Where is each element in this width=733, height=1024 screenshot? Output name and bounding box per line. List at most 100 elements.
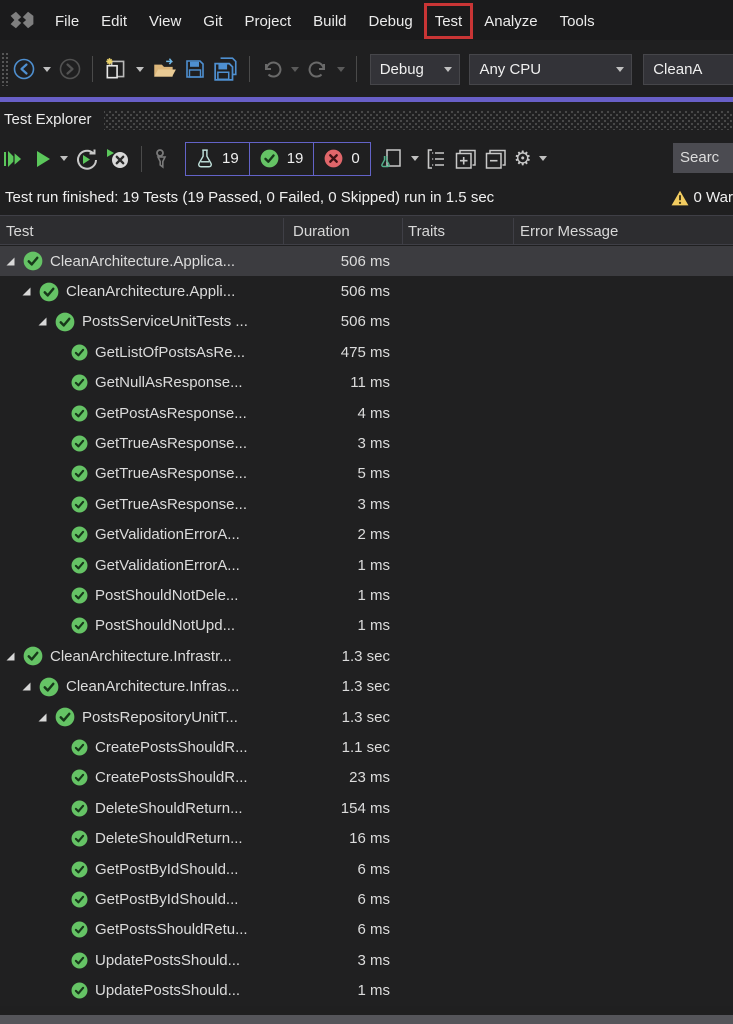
test-tree-row[interactable]: GetListOfPostsAsRe... 475 ms (0, 337, 733, 367)
menu-item[interactable]: Debug (358, 3, 424, 39)
passed-icon (260, 149, 279, 168)
menu-item[interactable]: Project (233, 3, 302, 39)
group-by-button[interactable] (377, 142, 407, 176)
expander-icon[interactable] (21, 681, 32, 692)
redo-button[interactable] (303, 52, 333, 86)
filter-icon (156, 148, 167, 169)
filter-tests-button[interactable] (149, 142, 177, 176)
column-separator[interactable] (402, 218, 403, 244)
test-tree-row[interactable]: UpdatePostsShould... 3 ms (0, 945, 733, 975)
search-input[interactable]: Searc (673, 143, 733, 173)
test-name: GetPostByIdShould... (95, 890, 239, 908)
toolbar-drag-grip[interactable] (1, 52, 9, 86)
test-tree-row[interactable]: GetTrueAsResponse... 3 ms (0, 489, 733, 519)
expander-icon[interactable] (21, 286, 32, 297)
test-tree-row[interactable]: CleanArchitecture.Infras... 1.3 sec (0, 671, 733, 701)
column-header[interactable]: Duration (293, 216, 350, 246)
solution-configuration-dropdown[interactable]: Debug (369, 53, 461, 85)
test-tree-row[interactable]: DeleteShouldReturn... 16 ms (0, 823, 733, 853)
save-button[interactable] (180, 52, 210, 86)
test-tree-row[interactable]: CreatePostsShouldR... 23 ms (0, 763, 733, 793)
run-all-tests-button[interactable] (0, 142, 30, 176)
test-name: CleanArchitecture.Infrastr... (50, 647, 232, 665)
test-tree-row[interactable]: DeleteShouldReturn... 154 ms (0, 793, 733, 823)
test-explorer-title-bar[interactable]: Test Explorer (0, 102, 733, 137)
repeat-last-run-button[interactable] (72, 142, 102, 176)
navigate-back-dropdown-caret[interactable] (42, 66, 51, 72)
test-tree-row[interactable]: GetPostAsResponse... 4 ms (0, 398, 733, 428)
test-tree-row[interactable]: UpdatePostsShould... 1 ms (0, 975, 733, 1005)
column-separator[interactable] (283, 218, 284, 244)
menu-item[interactable]: Tools (549, 3, 606, 39)
menu-item[interactable]: Git (192, 3, 233, 39)
undo-dropdown-caret[interactable] (290, 66, 299, 72)
settings-button[interactable]: ⚙ (511, 142, 535, 176)
open-file-button[interactable] (148, 52, 180, 86)
solution-platform-dropdown[interactable]: Any CPU (469, 53, 633, 85)
navigate-back-button[interactable] (9, 52, 39, 86)
failed-tests-filter-button[interactable]: 0 (314, 141, 371, 176)
configuration-dropdown-caret (444, 66, 453, 72)
test-name: CleanArchitecture.Appli... (66, 283, 236, 301)
test-tree-row[interactable]: PostsRepositoryUnitT... 1.3 sec (0, 702, 733, 732)
new-project-button[interactable] (100, 52, 132, 86)
save-all-button[interactable] (210, 52, 242, 86)
expander-icon[interactable] (37, 316, 48, 327)
expand-all-button[interactable] (451, 142, 481, 176)
new-project-dropdown-caret[interactable] (135, 66, 144, 72)
test-tree-row[interactable]: GetValidationErrorA... 1 ms (0, 550, 733, 580)
group-by-dropdown-caret[interactable] (410, 156, 419, 161)
navigate-forward-button[interactable] (55, 52, 85, 86)
test-passed-icon (71, 496, 88, 513)
horizontal-scrollbar-thumb[interactable] (0, 1015, 733, 1024)
menu-item[interactable]: Test (423, 3, 474, 39)
test-duration: 1 ms (357, 586, 390, 604)
failed-tests-count: 0 (351, 150, 360, 167)
menu-item[interactable]: File (44, 3, 90, 39)
test-tree-row[interactable]: PostShouldNotDele... 1 ms (0, 580, 733, 610)
test-tree-row[interactable]: GetValidationErrorA... 2 ms (0, 520, 733, 550)
undo-arrow-icon (264, 61, 282, 78)
warnings-button[interactable]: 0 War (671, 189, 733, 206)
expander-icon[interactable] (5, 651, 16, 662)
test-tree-row[interactable]: CleanArchitecture.Infrastr... 1.3 sec (0, 641, 733, 671)
test-passed-icon (23, 646, 43, 666)
menu-item[interactable]: View (138, 3, 192, 39)
expand-all-icon (455, 149, 476, 169)
test-tree-row[interactable]: GetNullAsResponse... 11 ms (0, 368, 733, 398)
test-tree-row[interactable]: PostsServiceUnitTests ... 506 ms (0, 307, 733, 337)
run-dropdown-caret[interactable] (60, 156, 68, 161)
column-header[interactable]: Traits (408, 216, 445, 246)
test-tree-row[interactable]: GetPostByIdShould... 6 ms (0, 854, 733, 884)
horizontal-scrollbar[interactable] (0, 1015, 733, 1024)
menu-item[interactable]: Analyze (473, 3, 548, 39)
startup-project-button[interactable]: CleanA (643, 53, 733, 85)
test-explorer-toolbar: 19 19 0 ⚙ Searc (0, 137, 733, 180)
run-failed-tests-button[interactable] (102, 142, 134, 176)
run-tests-button[interactable] (30, 142, 56, 176)
hierarchy-view-button[interactable] (423, 142, 451, 176)
column-separator[interactable] (513, 218, 514, 244)
warning-icon (671, 190, 688, 205)
menu-item[interactable]: Edit (90, 3, 138, 39)
test-tree-row[interactable]: GetPostsShouldRetu... 6 ms (0, 915, 733, 945)
column-header[interactable]: Error Message (520, 216, 618, 246)
passed-tests-filter-button[interactable]: 19 (249, 141, 315, 176)
column-header[interactable]: Test (6, 216, 34, 246)
expander-icon[interactable] (5, 256, 16, 267)
test-tree-row[interactable]: GetPostByIdShould... 6 ms (0, 884, 733, 914)
test-tree-row[interactable]: CleanArchitecture.Applica... 506 ms (0, 246, 733, 277)
expander-icon[interactable] (37, 712, 48, 723)
redo-dropdown-caret[interactable] (336, 66, 345, 72)
menu-item[interactable]: Build (302, 3, 357, 39)
collapse-all-button[interactable] (481, 142, 511, 176)
test-tree-row[interactable]: CreatePostsShouldR... 1.1 sec (0, 732, 733, 762)
undo-button[interactable] (257, 52, 287, 86)
test-tree-row[interactable]: CleanArchitecture.Appli... 506 ms (0, 276, 733, 306)
total-tests-filter-button[interactable]: 19 (185, 141, 250, 176)
test-tree-row[interactable]: GetTrueAsResponse... 5 ms (0, 459, 733, 489)
test-name: GetTrueAsResponse... (95, 435, 248, 453)
settings-dropdown-caret[interactable] (538, 156, 547, 161)
test-tree-row[interactable]: GetTrueAsResponse... 3 ms (0, 428, 733, 458)
test-tree-row[interactable]: PostShouldNotUpd... 1 ms (0, 611, 733, 641)
